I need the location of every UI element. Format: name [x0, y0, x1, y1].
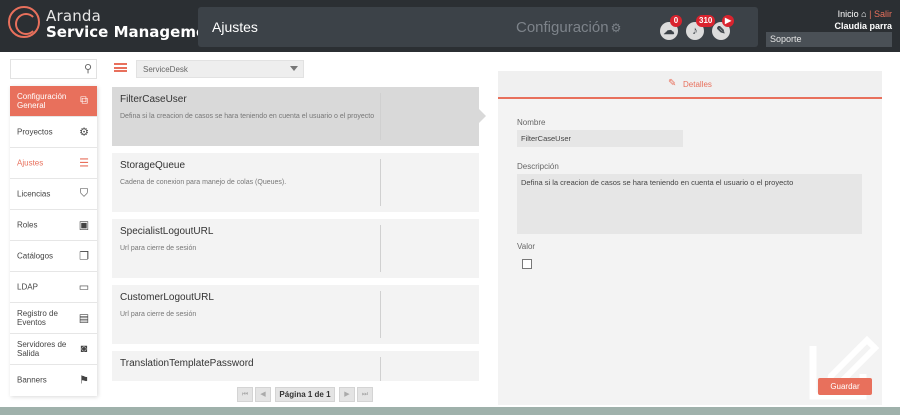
- edit-icon: ✎: [668, 78, 677, 89]
- section-title: Configuración ⚙: [516, 19, 621, 36]
- shield-icon: ⛉: [79, 187, 89, 200]
- sidebar-item-servidores-de-salida[interactable]: Servidores de Salida ◙: [10, 334, 97, 365]
- home-icon[interactable]: ⌂: [861, 9, 866, 19]
- card-divider: [380, 159, 381, 206]
- sidebar-item-roles[interactable]: Roles ▣: [10, 210, 97, 241]
- section-title-text: Configuración: [516, 19, 609, 36]
- chevron-down-icon: [290, 66, 298, 71]
- sidebar-search-input[interactable]: ⚲: [10, 59, 97, 79]
- first-page-button[interactable]: ⏮: [237, 387, 253, 402]
- gear-icon: ⚙: [610, 21, 622, 35]
- module-dropdown-value: ServiceDesk: [143, 65, 188, 74]
- sidebar-item-licencias[interactable]: Licencias ⛉: [10, 179, 97, 210]
- sidebar-item-registro-de-eventos[interactable]: Registro de Eventos ▤: [10, 303, 97, 334]
- setting-title: FilterCaseUser: [120, 94, 187, 105]
- sidebar-item-label: Registro de Eventos: [17, 308, 58, 327]
- inicio-link[interactable]: Inicio: [838, 9, 859, 19]
- server-icon: ◙: [80, 342, 88, 355]
- description-label: Descripción: [517, 162, 559, 171]
- card-divider: [380, 291, 381, 338]
- aranda-logo-icon: [8, 6, 40, 38]
- top-header: Aranda Service Management Ajustes Config…: [0, 0, 900, 52]
- last-page-button[interactable]: ⏭: [357, 387, 373, 402]
- sidebar-item-label: Banners: [17, 375, 47, 385]
- sidebar-item-label: Licencias: [17, 189, 51, 199]
- card-divider: [380, 93, 381, 140]
- tools-icon[interactable]: ✎ ▶: [712, 15, 735, 40]
- description-textarea[interactable]: Defina si la creacion de casos se hara t…: [517, 174, 862, 234]
- config-icon: ⧉: [80, 94, 88, 107]
- header-bar: Ajustes Configuración ⚙ ☁ 0 ♪ 310 ✎ ▶: [198, 7, 758, 47]
- sidebar-item-label: Configuración General: [17, 91, 67, 110]
- salir-link[interactable]: Salir: [874, 9, 892, 19]
- setting-description: Defina si la creacion de casos se hara t…: [120, 113, 375, 120]
- sliders-icon: ☰: [79, 157, 89, 170]
- sidebar-item-catalogos[interactable]: Catálogos ❐: [10, 241, 97, 272]
- value-checkbox[interactable]: [522, 259, 532, 269]
- sidebar-item-proyectos[interactable]: Proyectos ⚙: [10, 117, 97, 148]
- sidebar-item-label: LDAP: [17, 282, 38, 292]
- setting-item-specialistlogouturl[interactable]: SpecialistLogoutURL Url para cierre de s…: [112, 219, 479, 278]
- sidebar-item-label: Proyectos: [17, 127, 53, 137]
- separator: |: [869, 9, 872, 19]
- name-field[interactable]: FilterCaseUser: [517, 130, 683, 147]
- user-links: Inicio ⌂ | Salir: [838, 9, 892, 19]
- tools-badge: ▶: [722, 15, 735, 27]
- user-name: Claudia parra: [834, 21, 892, 31]
- save-button[interactable]: Guardar: [818, 378, 872, 395]
- hamburger-menu-icon[interactable]: [114, 63, 127, 72]
- module-dropdown[interactable]: ServiceDesk: [136, 60, 304, 78]
- page-title: Ajustes: [212, 19, 258, 35]
- selection-arrow-icon: [479, 109, 486, 123]
- setting-item-customerlogouturl[interactable]: CustomerLogoutURL Url para cierre de ses…: [112, 285, 479, 344]
- cloud-badge: 0: [670, 15, 682, 27]
- name-label: Nombre: [517, 118, 546, 127]
- setting-description: Url para cierre de sesión: [120, 245, 197, 252]
- sidebar: Configuración General ⧉ Proyectos ⚙ Ajus…: [10, 86, 97, 396]
- sidebar-item-configuracion-general[interactable]: Configuración General ⧉: [10, 86, 97, 117]
- setting-title: StorageQueue: [120, 160, 186, 171]
- sidebar-item-ldap[interactable]: LDAP ▭: [10, 272, 97, 303]
- setting-title: TranslationTemplatePassword: [120, 358, 254, 369]
- sidebar-item-banners[interactable]: Banners ⚑: [10, 365, 97, 396]
- setting-item-storagequeue[interactable]: StorageQueue Cadena de conexion para man…: [112, 153, 479, 212]
- card-divider: [380, 357, 381, 381]
- setting-description: Url para cierre de sesión: [120, 311, 197, 318]
- setting-title: SpecialistLogoutURL: [120, 226, 214, 237]
- setting-title: CustomerLogoutURL: [120, 292, 214, 303]
- project-selector[interactable]: Soporte: [766, 32, 892, 47]
- user-box: Inicio ⌂ | Salir Claudia parra Soporte: [764, 7, 894, 47]
- flag-icon: ⚑: [79, 374, 89, 387]
- sidebar-item-ajustes[interactable]: Ajustes ☰: [10, 148, 97, 179]
- sidebar-item-label: Catálogos: [17, 251, 54, 261]
- setting-item-filtercaseuser[interactable]: FilterCaseUser Defina si la creacion de …: [112, 87, 479, 146]
- clipboard-icon: ▤: [78, 312, 90, 325]
- value-label: Valor: [517, 242, 536, 251]
- page-indicator: Página 1 de 1: [275, 387, 335, 402]
- search-icon[interactable]: ⚲: [84, 62, 92, 75]
- sidebar-item-label: Servidores de Salida: [17, 339, 67, 358]
- setting-item-translationtemplatepassword[interactable]: TranslationTemplatePassword: [112, 351, 479, 381]
- tab-label: Detalles: [683, 80, 712, 89]
- folder-icon: ▭: [78, 281, 90, 294]
- id-card-icon: ▣: [78, 219, 90, 232]
- tab-detalles[interactable]: ✎ Detalles: [498, 71, 882, 99]
- prev-page-button[interactable]: ◀: [255, 387, 271, 402]
- cloud-icon[interactable]: ☁ 0: [660, 15, 682, 40]
- setting-description: Cadena de conexion para manejo de colas …: [120, 179, 287, 186]
- gear-icon: ⚙: [79, 126, 89, 139]
- sidebar-item-label: Roles: [17, 220, 38, 230]
- detail-panel: ✎ Detalles Nombre FilterCaseUser Descrip…: [498, 71, 882, 405]
- bell-icon[interactable]: ♪ 310: [686, 15, 716, 40]
- next-page-button[interactable]: ▶: [339, 387, 355, 402]
- card-divider: [380, 225, 381, 272]
- footer-bar: [0, 407, 900, 415]
- sidebar-item-label: Ajustes: [17, 158, 44, 168]
- catalog-icon: ❐: [79, 250, 89, 263]
